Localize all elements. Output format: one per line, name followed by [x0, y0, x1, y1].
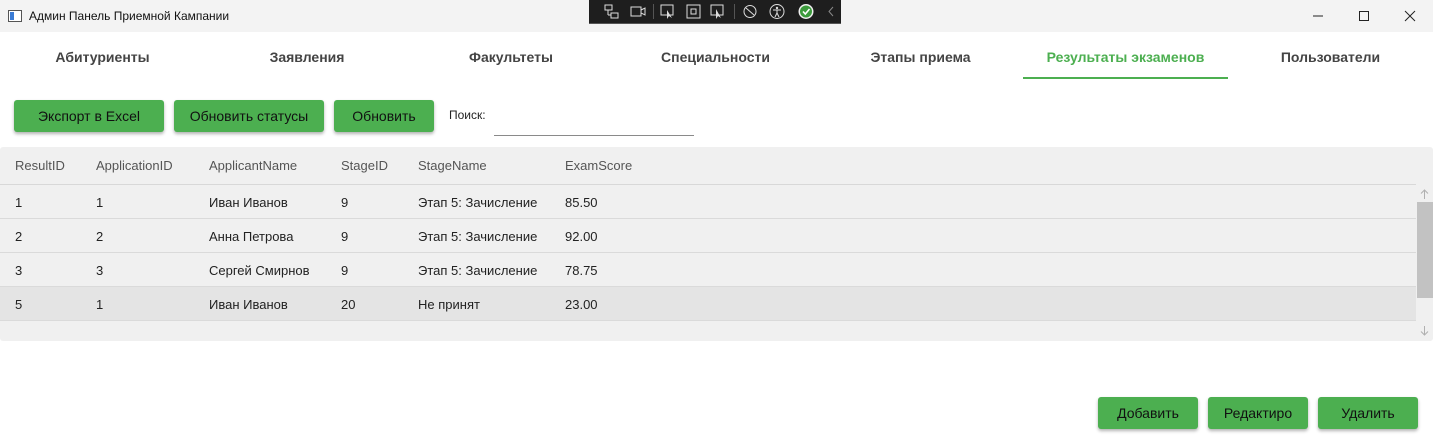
cell-stage-name: Этап 5: Зачисление	[418, 229, 538, 244]
cell-application-id: 3	[96, 263, 104, 278]
edit-button[interactable]: Редактиро	[1208, 397, 1308, 429]
minimize-button[interactable]	[1295, 0, 1341, 32]
tab-applications[interactable]: Заявления	[205, 38, 409, 80]
export-excel-button[interactable]: Экспорт в Excel	[14, 100, 164, 132]
tab-bar: Абитуриенты Заявления Факультеты Специал…	[0, 38, 1433, 80]
live-visual-tree-icon[interactable]	[603, 3, 621, 20]
cell-stage-name: Этап 5: Зачисление	[418, 195, 538, 210]
cell-result-id: 3	[15, 263, 23, 278]
results-table: ResultID ApplicationID ApplicantName Sta…	[0, 147, 1433, 341]
column-header-applicant-name[interactable]: ApplicantName	[209, 158, 297, 173]
add-button[interactable]: Добавить	[1098, 397, 1198, 429]
cell-applicant-name: Анна Петрова	[209, 229, 294, 244]
cell-exam-score: 23.00	[565, 297, 598, 312]
update-statuses-button[interactable]: Обновить статусы	[174, 100, 324, 132]
delete-button[interactable]: Удалить	[1318, 397, 1418, 429]
cell-stage-id: 9	[341, 229, 349, 244]
window-title: Админ Панель Приемной Кампании	[29, 9, 230, 23]
cell-stage-id: 20	[341, 297, 356, 312]
column-header-exam-score[interactable]: ExamScore	[565, 158, 632, 173]
vertical-scrollbar[interactable]	[1416, 185, 1433, 341]
cell-applicant-name: Иван Иванов	[209, 297, 288, 312]
select-element-icon[interactable]	[659, 3, 677, 20]
maximize-icon	[1359, 11, 1369, 21]
search-input[interactable]	[494, 102, 694, 136]
cell-exam-score: 85.50	[565, 195, 598, 210]
binding-check-icon[interactable]	[797, 3, 815, 20]
search-label: Поиск:	[449, 108, 486, 122]
scrollbar-thumb[interactable]	[1417, 202, 1433, 298]
tab-exam-results[interactable]: Результаты экзаменов	[1023, 38, 1228, 80]
table-header: ResultID ApplicationID ApplicantName Sta…	[0, 147, 1416, 185]
refresh-button[interactable]: Обновить	[334, 100, 434, 132]
scroll-down-icon[interactable]	[1419, 325, 1430, 337]
video-capture-icon[interactable]	[629, 3, 647, 20]
scroll-up-icon[interactable]	[1419, 188, 1430, 200]
cell-application-id: 2	[96, 229, 104, 244]
binding-failures-icon[interactable]	[741, 3, 759, 20]
tab-specialties[interactable]: Специальности	[613, 38, 818, 80]
maximize-button[interactable]	[1341, 0, 1387, 32]
debug-toolbar	[589, 0, 841, 24]
minimize-icon	[1313, 15, 1323, 17]
cell-result-id: 1	[15, 195, 23, 210]
active-tab-indicator	[1023, 77, 1228, 79]
tab-admission-stages[interactable]: Этапы приема	[818, 38, 1023, 80]
cell-applicant-name: Сергей Смирнов	[209, 263, 310, 278]
cell-applicant-name: Иван Иванов	[209, 195, 288, 210]
cell-stage-name: Этап 5: Зачисление	[418, 263, 538, 278]
accessibility-icon[interactable]	[768, 3, 786, 20]
close-icon	[1404, 10, 1416, 22]
cell-stage-name: Не принят	[418, 297, 480, 312]
column-header-stage-id[interactable]: StageID	[341, 158, 388, 173]
tab-faculties[interactable]: Факультеты	[409, 38, 613, 80]
app-icon	[8, 10, 22, 22]
cell-result-id: 2	[15, 229, 23, 244]
cell-result-id: 5	[15, 297, 23, 312]
table-row[interactable]: 2 2 Анна Петрова 9 Этап 5: Зачисление 92…	[0, 219, 1416, 253]
collapse-chevron-icon[interactable]	[823, 3, 841, 20]
cell-stage-id: 9	[341, 195, 349, 210]
cell-stage-id: 9	[341, 263, 349, 278]
column-header-stage-name[interactable]: StageName	[418, 158, 487, 173]
display-layout-adorners-icon[interactable]	[685, 3, 703, 20]
tab-applicants[interactable]: Абитуриенты	[0, 38, 205, 80]
table-row[interactable]: 3 3 Сергей Смирнов 9 Этап 5: Зачисление …	[0, 253, 1416, 287]
cell-application-id: 1	[96, 195, 104, 210]
close-button[interactable]	[1387, 0, 1433, 32]
column-header-result-id[interactable]: ResultID	[15, 158, 65, 173]
column-header-application-id[interactable]: ApplicationID	[96, 158, 173, 173]
cell-application-id: 1	[96, 297, 104, 312]
table-row-selected[interactable]: 5 1 Иван Иванов 20 Не принят 23.00	[0, 287, 1416, 321]
cell-exam-score: 78.75	[565, 263, 598, 278]
track-focus-icon[interactable]	[709, 3, 727, 20]
cell-exam-score: 92.00	[565, 229, 598, 244]
table-row[interactable]: 1 1 Иван Иванов 9 Этап 5: Зачисление 85.…	[0, 185, 1416, 219]
tab-users[interactable]: Пользователи	[1228, 38, 1433, 80]
